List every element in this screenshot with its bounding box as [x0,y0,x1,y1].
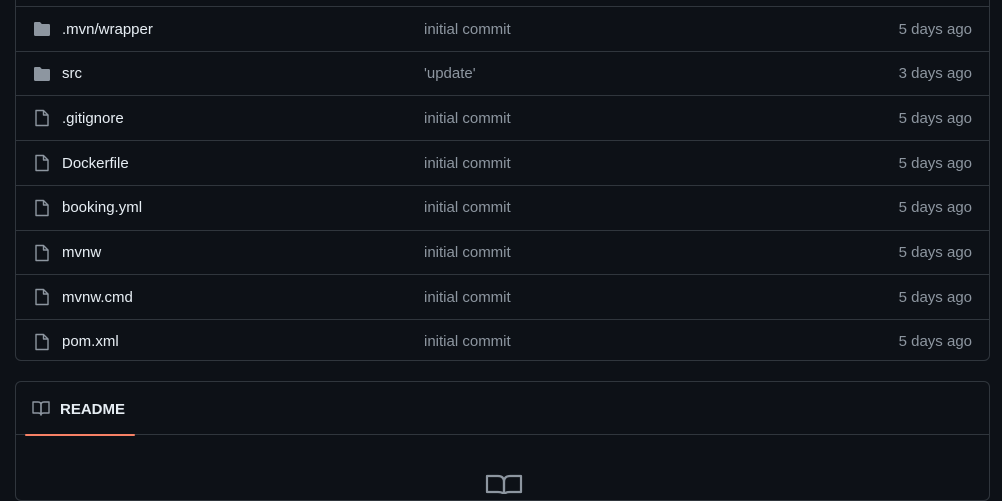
file-list: .mvn/wrapper initial commit 5 days ago src '… [15,0,990,361]
book-icon [32,400,50,421]
commit-message-link[interactable]: initial commit [424,244,511,261]
commit-message-link[interactable]: initial commit [424,155,511,172]
commit-time: 5 days ago [898,199,972,217]
file-icon [33,288,51,306]
file-icon [33,244,51,262]
file-name-link[interactable]: .mvn/wrapper [62,21,153,38]
commit-time: 5 days ago [898,333,972,351]
commit-time: 5 days ago [898,154,972,172]
file-row[interactable]: Dockerfile initial commit 5 days ago [16,140,989,185]
file-row[interactable]: mvnw initial commit 5 days ago [16,229,989,275]
readme-header: README [16,382,989,436]
commit-message-link[interactable]: initial commit [424,199,511,216]
folder-icon [33,20,51,38]
file-row[interactable]: pom.xml initial commit 5 days ago [16,318,989,360]
readme-panel: README [15,381,990,501]
file-row[interactable]: booking.yml initial commit 5 days ago [16,184,989,230]
readme-tab[interactable]: README [25,382,135,436]
file-name-link[interactable]: src [62,65,82,82]
file-name-link[interactable]: mvnw.cmd [62,289,133,306]
file-name-link[interactable]: Dockerfile [62,155,129,172]
folder-icon [33,65,51,83]
commit-message-link[interactable]: initial commit [424,289,511,306]
file-name-link[interactable]: pom.xml [62,333,119,350]
file-row[interactable]: mvnw.cmd initial commit 5 days ago [16,274,989,319]
commit-time: 3 days ago [898,65,972,83]
commit-message-link[interactable]: initial commit [424,333,511,350]
active-tab-underline [25,434,135,436]
file-icon [33,199,51,217]
commit-time: 5 days ago [898,244,972,261]
readme-tab-label: README [60,401,126,418]
file-name-link[interactable]: .gitignore [62,110,124,127]
commit-time: 5 days ago [898,288,972,306]
file-row[interactable]: src 'update' 3 days ago [16,50,989,96]
commit-message-link[interactable]: initial commit [424,21,511,38]
file-row[interactable]: .gitignore initial commit 5 days ago [16,95,989,140]
file-icon [33,333,51,351]
file-row[interactable]: .mvn/wrapper initial commit 5 days ago [16,6,989,51]
file-icon [33,109,51,127]
book-icon [485,474,523,499]
commit-message-link[interactable]: initial commit [424,110,511,127]
commit-time: 5 days ago [898,20,972,38]
file-name-link[interactable]: booking.yml [62,199,142,216]
file-name-link[interactable]: mvnw [62,244,101,261]
commit-message-link[interactable]: 'update' [424,65,476,82]
commit-time: 5 days ago [898,109,972,127]
file-icon [33,154,51,172]
